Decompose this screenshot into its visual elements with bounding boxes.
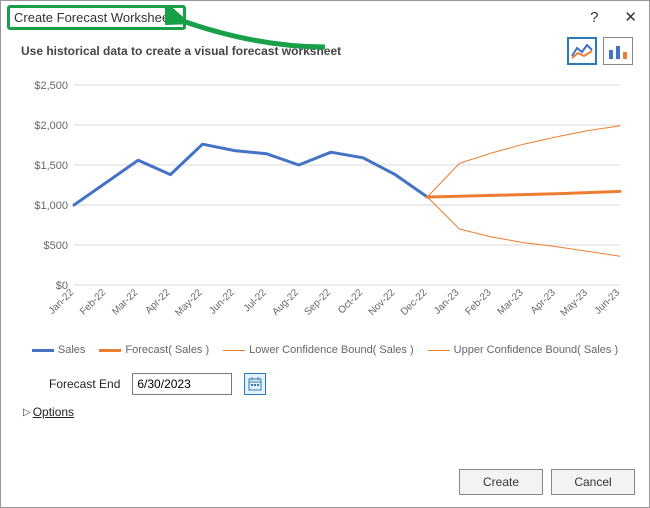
svg-text:Oct-22: Oct-22	[336, 287, 365, 316]
svg-text:May-23: May-23	[559, 287, 591, 319]
legend-item: Forecast( Sales )	[99, 344, 209, 356]
forecast-dialog: Create Forecast Worksheet ? ✕ Use histor…	[0, 0, 650, 508]
forecast-end-input[interactable]	[132, 373, 232, 395]
cancel-button[interactable]: Cancel	[551, 469, 635, 495]
legend-item: Lower Confidence Bound( Sales )	[223, 344, 413, 356]
column-chart-icon	[607, 42, 629, 60]
svg-text:Jun-23: Jun-23	[593, 287, 623, 317]
forecast-end-label: Forecast End	[49, 377, 120, 391]
titlebar: Create Forecast Worksheet ? ✕	[1, 1, 649, 33]
date-picker-button[interactable]	[244, 373, 266, 395]
svg-text:Feb-23: Feb-23	[463, 287, 493, 317]
svg-text:Jun-22: Jun-22	[207, 287, 237, 317]
calendar-icon	[248, 377, 262, 391]
line-chart-icon	[571, 42, 593, 60]
legend-label: Upper Confidence Bound( Sales )	[454, 344, 618, 356]
svg-text:Dec-22: Dec-22	[399, 287, 430, 318]
svg-text:Sep-22: Sep-22	[302, 287, 333, 318]
svg-text:Jan-23: Jan-23	[432, 287, 462, 317]
chart-legend: Sales Forecast( Sales ) Lower Confidence…	[20, 344, 630, 356]
forecast-chart: $0$500$1,000$1,500$2,000$2,500Jan-22Feb-…	[20, 75, 630, 339]
svg-text:$2,000: $2,000	[34, 120, 68, 132]
options-toggle[interactable]: Options	[33, 405, 74, 419]
dialog-title: Create Forecast Worksheet	[7, 5, 186, 30]
chevron-right-icon: ▷	[23, 407, 31, 418]
svg-text:$1,000: $1,000	[34, 200, 68, 212]
close-button[interactable]: ✕	[620, 8, 641, 26]
svg-text:Feb-22: Feb-22	[78, 287, 108, 317]
svg-text:Mar-23: Mar-23	[496, 287, 526, 317]
legend-label: Lower Confidence Bound( Sales )	[249, 344, 413, 356]
svg-text:Aug-22: Aug-22	[270, 287, 301, 318]
svg-text:Mar-22: Mar-22	[110, 287, 140, 317]
legend-label: Sales	[58, 344, 86, 356]
legend-item: Upper Confidence Bound( Sales )	[428, 344, 618, 356]
help-button[interactable]: ?	[586, 9, 602, 26]
column-chart-type-button[interactable]	[603, 37, 633, 65]
legend-item: Sales	[32, 344, 86, 356]
svg-text:Apr-23: Apr-23	[529, 287, 558, 316]
svg-text:$2,500: $2,500	[34, 80, 68, 92]
svg-text:Jul-22: Jul-22	[242, 287, 269, 314]
svg-text:May-22: May-22	[173, 287, 205, 319]
legend-label: Forecast( Sales )	[125, 344, 209, 356]
options-row: ▷Options	[1, 401, 649, 419]
svg-text:$1,500: $1,500	[34, 160, 68, 172]
chart-area: $0$500$1,000$1,500$2,000$2,500Jan-22Feb-…	[20, 75, 630, 365]
create-button[interactable]: Create	[459, 469, 543, 495]
svg-text:$500: $500	[44, 240, 68, 252]
chart-type-group	[567, 37, 633, 65]
svg-text:Nov-22: Nov-22	[367, 287, 398, 318]
svg-text:Apr-22: Apr-22	[143, 287, 172, 316]
line-chart-type-button[interactable]	[567, 37, 597, 65]
dialog-subtitle: Use historical data to create a visual f…	[21, 44, 341, 58]
forecast-end-row: Forecast End	[1, 365, 649, 401]
dialog-button-row: Create Cancel	[459, 469, 635, 495]
